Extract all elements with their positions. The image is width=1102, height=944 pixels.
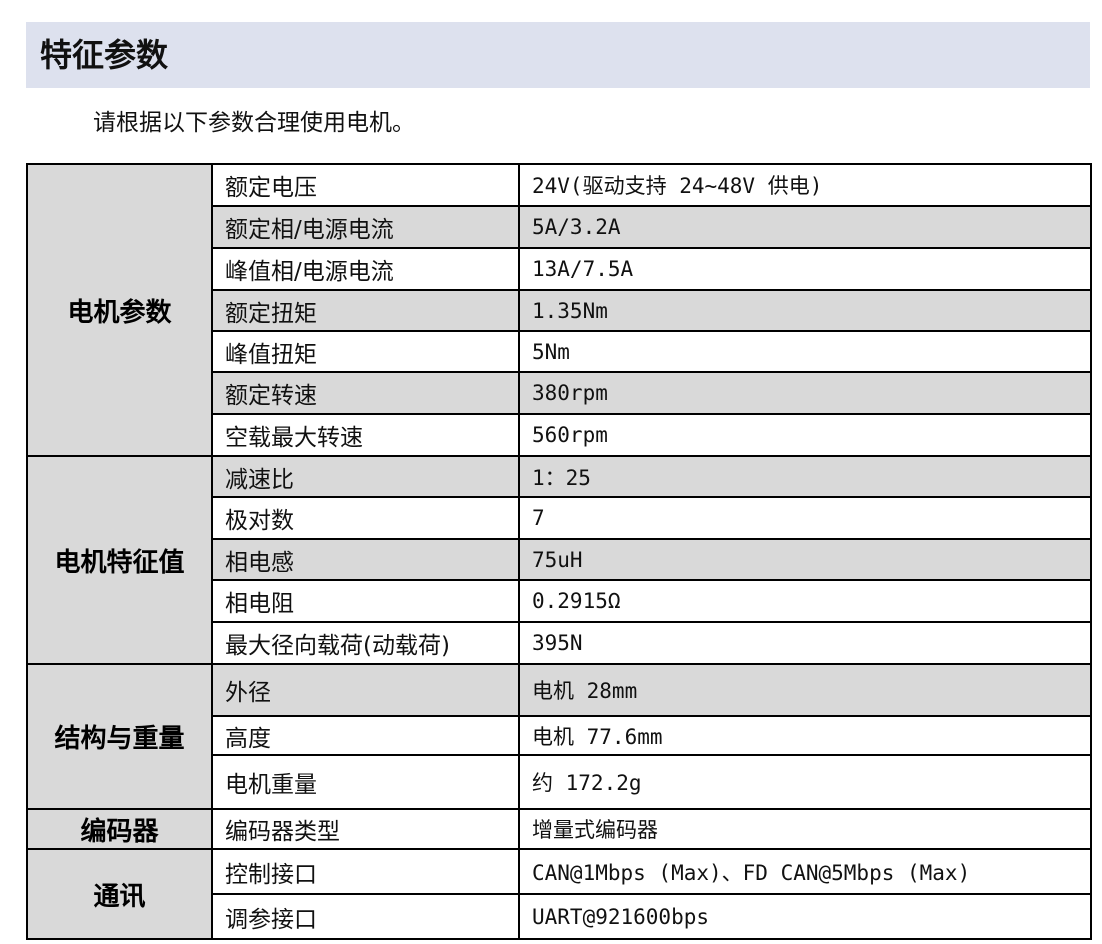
param-cell: 极对数 (211, 496, 520, 540)
value-cell: 560rpm (518, 413, 1092, 457)
value-cell: 24V(驱动支持 24~48V 供电) (518, 163, 1092, 207)
param-cell: 控制接口 (211, 848, 520, 895)
table-row: 电机参数 额定电压 24V(驱动支持 24~48V 供电) (26, 163, 1092, 457)
param-cell: 相电阻 (211, 579, 520, 623)
section-title: 特征参数 (40, 36, 169, 74)
param-cell: 高度 (211, 715, 520, 756)
param-cell: 减速比 (211, 455, 520, 498)
section-title-bar: 特征参数 (26, 22, 1090, 88)
param-cell: 峰值扭矩 (211, 330, 520, 373)
value-cell: 1：25 (518, 455, 1092, 498)
table-row: 通讯 控制接口 CAN@1Mbps (Max)、FD CAN@5Mbps (Ma… (26, 848, 1092, 940)
param-cell: 电机重量 (211, 754, 520, 810)
value-cell: UART@921600bps (518, 893, 1092, 940)
value-cell: 380rpm (518, 371, 1092, 415)
value-cell: CAN@1Mbps (Max)、FD CAN@5Mbps (Max) (518, 848, 1092, 895)
category-cell: 编码器 (26, 808, 213, 850)
value-cell: 7 (518, 496, 1092, 540)
value-cell: 5A/3.2A (518, 205, 1092, 249)
intro-text: 请根据以下参数合理使用电机。 (93, 110, 415, 136)
value-cell: 0.2915Ω (518, 579, 1092, 623)
value-cell: 1.35Nm (518, 289, 1092, 332)
category-cell: 电机参数 (26, 163, 213, 457)
param-cell: 额定转速 (211, 371, 520, 415)
param-cell: 最大径向载荷(动载荷) (211, 621, 520, 665)
param-cell: 额定相/电源电流 (211, 205, 520, 249)
category-cell: 通讯 (26, 848, 213, 940)
param-cell: 峰值相/电源电流 (211, 247, 520, 291)
param-cell: 额定电压 (211, 163, 520, 207)
value-cell: 增量式编码器 (518, 808, 1092, 850)
table-row: 电机特征值 减速比 1：25 (26, 455, 1092, 665)
param-cell: 额定扭矩 (211, 289, 520, 332)
value-cell: 约 172.2g (518, 754, 1092, 810)
table-row: 结构与重量 外径 电机 28mm (26, 663, 1092, 810)
param-cell: 调参接口 (211, 893, 520, 940)
param-cell: 相电感 (211, 538, 520, 581)
param-cell: 空载最大转速 (211, 413, 520, 457)
table-row: 编码器 编码器类型 增量式编码器 (26, 808, 1092, 850)
category-cell: 电机特征值 (26, 455, 213, 665)
param-cell: 编码器类型 (211, 808, 520, 850)
param-cell: 外径 (211, 663, 520, 717)
value-cell: 电机 77.6mm (518, 715, 1092, 756)
value-cell: 13A/7.5A (518, 247, 1092, 291)
spec-table: 电机参数 额定电压 24V(驱动支持 24~48V 供电) 额定相/电源电流 5… (26, 163, 1092, 940)
value-cell: 5Nm (518, 330, 1092, 373)
value-cell: 395N (518, 621, 1092, 665)
value-cell: 75uH (518, 538, 1092, 581)
category-cell: 结构与重量 (26, 663, 213, 810)
value-cell: 电机 28mm (518, 663, 1092, 717)
